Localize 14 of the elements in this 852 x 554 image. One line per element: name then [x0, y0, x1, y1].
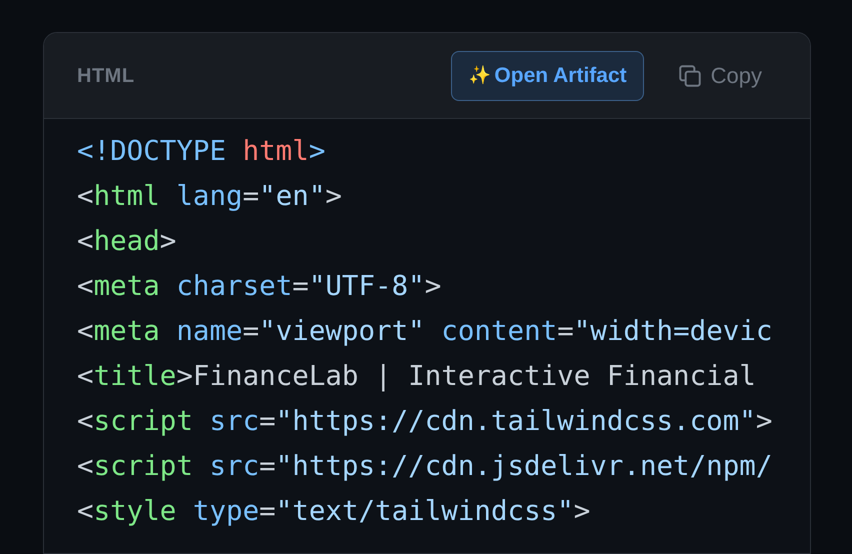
code-line: <script src="https://cdn.jsdelivr.net/npm/ — [77, 449, 774, 484]
sparkle-icon: ✨ — [468, 62, 490, 89]
code-line: <title>FinanceLab | Interactive Financial — [77, 359, 757, 394]
code-line: <style type="text/tailwindcss"> — [77, 494, 592, 529]
code-line: <!DOCTYPE html> — [77, 134, 326, 169]
copy-button[interactable]: Copy — [676, 59, 762, 92]
code-line: <script src="https://cdn.tailwindcss.com"> — [77, 404, 774, 439]
code-line: <meta name="viewport" content="width=devic — [77, 314, 774, 349]
open-artifact-button[interactable]: ✨ Open Artifact — [451, 50, 644, 100]
language-label: HTML — [77, 64, 135, 88]
code-line: <html lang="en"> — [77, 179, 343, 214]
code-line: <head> — [77, 224, 178, 259]
copy-icon — [676, 62, 703, 88]
code-line: <meta charset="UTF-8"> — [77, 269, 442, 304]
